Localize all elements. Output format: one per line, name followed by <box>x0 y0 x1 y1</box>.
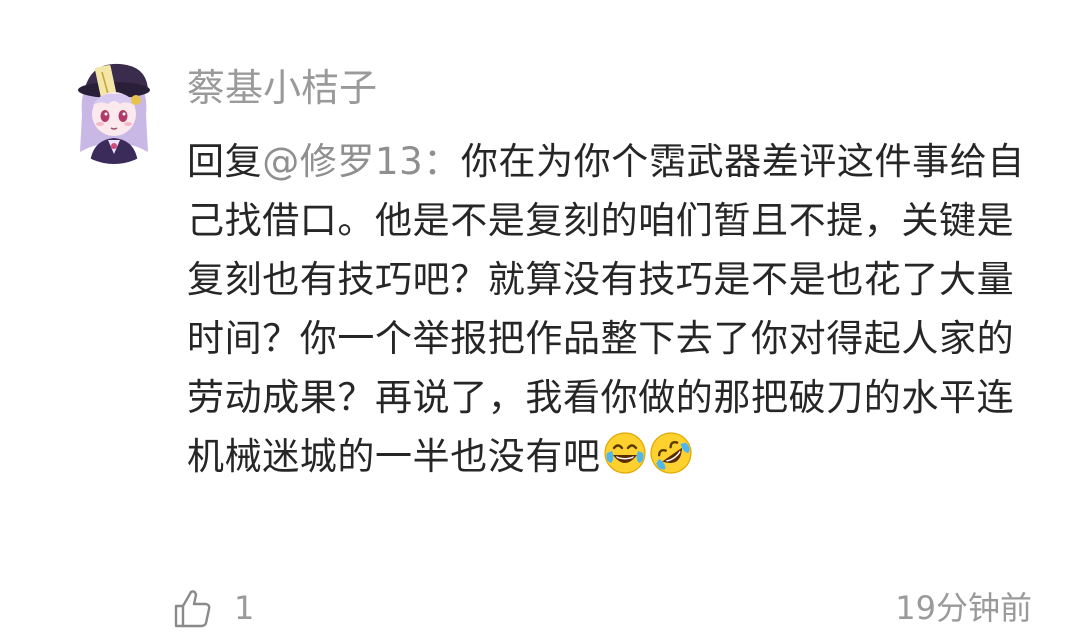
user-avatar[interactable] <box>60 56 168 164</box>
avatar-image <box>60 56 168 164</box>
comment-footer: 1 19分钟前 <box>0 580 1076 632</box>
thumbs-up-icon <box>174 590 211 628</box>
like-button[interactable]: 1 <box>170 584 254 632</box>
comment-body: 回复@修罗13：你在为你个霑武器差评这件事给自己找借口。他是不是复刻的咱们暂且不… <box>187 132 1037 486</box>
tears-of-joy-emoji <box>604 432 646 474</box>
comment-text: 你在为你个霑武器差评这件事给自己找借口。他是不是复刻的咱们暂且不提，关键是复刻也… <box>187 140 1025 478</box>
username[interactable]: 蔡基小桔子 <box>187 62 377 114</box>
comment-item: 蔡基小桔子 回复@修罗13：你在为你个霑武器差评这件事给自己找借口。他是不是复刻… <box>0 0 1076 628</box>
like-count: 1 <box>234 589 255 627</box>
mention-link[interactable]: @修罗13 <box>262 140 423 183</box>
mention-separator: ： <box>423 140 461 183</box>
timestamp: 19分钟前 <box>895 589 1032 627</box>
reply-prefix: 回复 <box>187 140 263 183</box>
rolling-on-floor-laughing-emoji <box>650 432 692 474</box>
